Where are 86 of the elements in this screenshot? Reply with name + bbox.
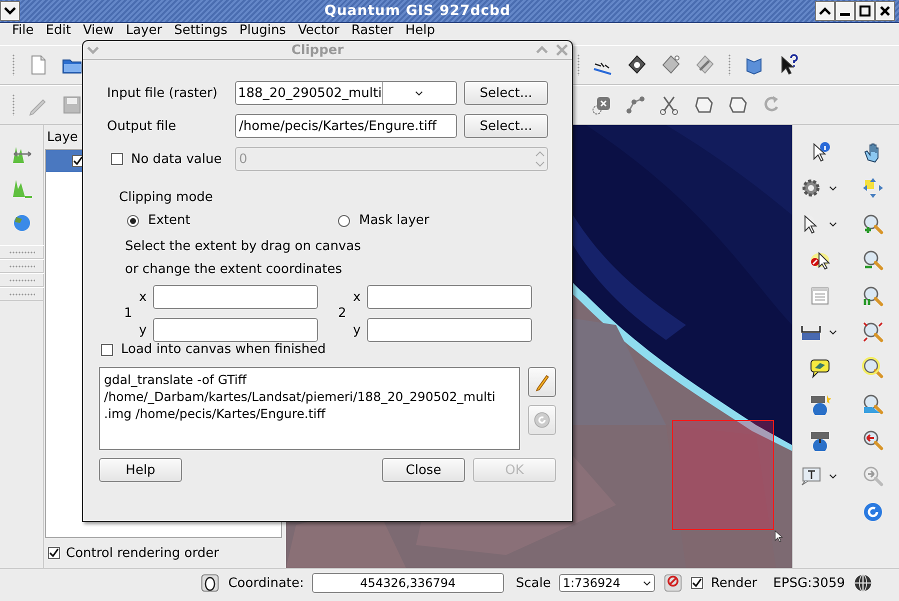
- menu-item[interactable]: Edit: [40, 23, 77, 38]
- minimize-button[interactable]: [835, 1, 855, 21]
- scale-combo[interactable]: 1:736924: [558, 574, 655, 592]
- crs-label[interactable]: EPSG:3059: [773, 576, 845, 590]
- menu-item[interactable]: Vector: [292, 23, 346, 38]
- maximize-icon: [859, 5, 871, 17]
- checkbox-label: Control rendering order: [66, 546, 219, 560]
- coordinate-input[interactable]: [367, 318, 532, 342]
- home-globe-icon[interactable]: [808, 429, 830, 451]
- magnifier-icon[interactable]: [862, 357, 884, 379]
- radio-button[interactable]: [127, 214, 139, 226]
- status-label: Coordinate:: [228, 576, 304, 590]
- hint-text: Select the extent by drag on canvas: [125, 238, 362, 256]
- radio-button[interactable]: [338, 214, 350, 226]
- zoom-in-icon[interactable]: [862, 213, 884, 235]
- shade-button[interactable]: [815, 1, 835, 21]
- magnifier-icon[interactable]: [862, 393, 884, 415]
- status-label: Scale: [516, 576, 551, 590]
- field-label: Input file (raster): [107, 86, 218, 100]
- menu-item[interactable]: Raster: [345, 23, 400, 38]
- menu-item[interactable]: Settings: [168, 23, 234, 38]
- close-button[interactable]: [875, 1, 895, 21]
- hint-text: or change the extent coordinates: [125, 261, 344, 279]
- axis-label: x: [139, 290, 148, 304]
- checkbox[interactable]: [690, 577, 703, 589]
- menu-item[interactable]: Plugins: [233, 23, 292, 38]
- window-menu-button[interactable]: [0, 1, 20, 21]
- axis-label: y: [139, 322, 148, 338]
- checkbox-label: No data value: [131, 152, 222, 166]
- coordinate-input[interactable]: [153, 285, 318, 309]
- output-file-field[interactable]: /home/pecis/Kartes/Engure.tiff: [235, 114, 457, 138]
- delete-shape-icon[interactable]: [591, 94, 613, 116]
- gear-icon[interactable]: [800, 177, 822, 199]
- dialog-button[interactable]: Help: [99, 458, 182, 482]
- forbidden-cursor-icon[interactable]: [808, 249, 830, 271]
- axis-label: y: [353, 322, 362, 338]
- group-label: Clipping mode: [118, 189, 214, 205]
- scissors-icon[interactable]: [659, 94, 681, 116]
- axis-label: x: [353, 290, 362, 304]
- radio-label: Extent: [148, 213, 190, 228]
- edit-button[interactable]: [528, 367, 556, 397]
- menu-item[interactable]: Layer: [120, 23, 168, 38]
- minimize-icon: [840, 12, 850, 16]
- corner-label: 2: [338, 306, 348, 321]
- zoom-out-icon[interactable]: [862, 249, 884, 271]
- select-button[interactable]: Select...: [464, 81, 548, 105]
- save-icon[interactable]: [61, 94, 83, 116]
- projection-icon[interactable]: [853, 573, 873, 593]
- text-bubble-icon[interactable]: [800, 465, 822, 487]
- move-arrows-icon[interactable]: [862, 177, 884, 199]
- checkbox[interactable]: [101, 344, 113, 356]
- select-button[interactable]: Select...: [464, 114, 548, 138]
- coordinate-input[interactable]: [367, 285, 532, 309]
- chevron-icon: [4, 5, 16, 17]
- panel-title: Laye: [46, 129, 79, 147]
- chevron-icon: [819, 5, 831, 17]
- input-file-combo[interactable]: 188_20_290502_multi: [235, 81, 457, 105]
- dialog-button[interactable]: Close: [382, 458, 465, 482]
- speech-bubble-icon[interactable]: [808, 357, 830, 379]
- maximize-button[interactable]: [855, 1, 875, 21]
- wrench-icon[interactable]: [694, 54, 716, 76]
- menu-item[interactable]: View: [76, 23, 120, 38]
- checkbox[interactable]: [48, 547, 60, 559]
- corner-label: 1: [124, 306, 134, 321]
- node-icon[interactable]: [625, 94, 647, 116]
- field-label: Output file: [107, 118, 178, 134]
- dialog-title: Clipper: [290, 42, 345, 58]
- refresh-icon[interactable]: [862, 501, 884, 523]
- window-title: Quantum GIS 927dcbd: [323, 3, 512, 19]
- tag-icon[interactable]: [626, 54, 648, 76]
- table-icon[interactable]: [808, 285, 830, 307]
- zoom-full-icon[interactable]: [862, 321, 884, 343]
- menu-item[interactable]: Help: [399, 23, 441, 38]
- refresh-icon: [532, 410, 552, 430]
- coordinate-input[interactable]: [153, 318, 318, 342]
- home-globe-icon[interactable]: [808, 393, 830, 415]
- menu-item[interactable]: File: [6, 23, 40, 38]
- zoom-layer-icon[interactable]: [862, 285, 884, 307]
- checkbox-label: Load into canvas when finished: [121, 342, 326, 357]
- close-icon: [879, 5, 891, 17]
- stop-render-icon[interactable]: [662, 573, 683, 593]
- checkbox-label: Render: [710, 576, 758, 590]
- zoom-back-icon[interactable]: [862, 429, 884, 451]
- coordinate-field[interactable]: 454326,336794: [312, 573, 504, 593]
- command-field[interactable]: gdal_translate -of GTiff /home/_Darbam/kartes/Landsat/piemeri/188_20_290502_multi .img /home/pecis/Kartes/Engure.tiff: [99, 367, 520, 450]
- radio-label: Mask layer: [359, 213, 430, 228]
